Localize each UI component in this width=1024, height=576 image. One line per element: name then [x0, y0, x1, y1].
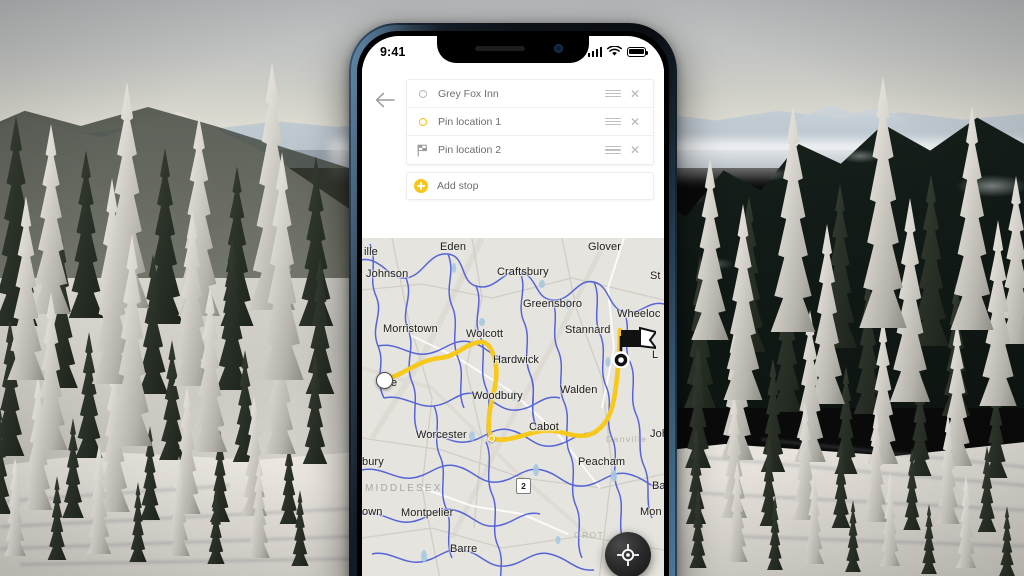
map-view[interactable]: ille Eden Glover Johnson Craftsbury St Greensb… [362, 238, 664, 576]
plus-circle-icon [414, 179, 428, 193]
status-icons [587, 46, 649, 57]
phone-screen: 9:41 Grey Fox Inn ✕ Pin location 1 ✕ Pin… [362, 36, 664, 576]
route-shield-2: 2 [516, 478, 531, 494]
cellular-signal-icon [587, 46, 602, 57]
route-stops-panel: Grey Fox Inn ✕ Pin location 1 ✕ Pin loca… [362, 67, 664, 208]
finish-flag-marker[interactable] [610, 316, 659, 373]
circle-outline-amber-icon [414, 117, 431, 126]
circle-outline-icon [414, 89, 431, 98]
back-arrow-icon[interactable] [370, 85, 400, 115]
drag-handle-icon[interactable] [605, 146, 621, 154]
close-icon[interactable]: ✕ [624, 116, 646, 128]
front-camera [554, 44, 563, 53]
drag-handle-icon[interactable] [605, 117, 621, 126]
battery-full-icon [627, 46, 649, 57]
phone-device: 9:41 Grey Fox Inn ✕ Pin location 1 ✕ Pin… [349, 23, 677, 576]
stop-row-waypoint[interactable]: Pin location 1 ✕ [407, 108, 653, 136]
close-icon[interactable]: ✕ [624, 144, 646, 156]
stops-card: Grey Fox Inn ✕ Pin location 1 ✕ Pin loca… [406, 79, 654, 165]
start-location-dot[interactable] [376, 372, 393, 389]
crosshair-icon [617, 544, 639, 566]
stop-label-waypoint: Pin location 1 [438, 115, 502, 128]
checkered-flag-icon [414, 144, 431, 157]
earpiece-speaker [475, 46, 525, 51]
recenter-button[interactable] [605, 532, 651, 576]
stop-row-destination[interactable]: Pin location 2 ✕ [407, 136, 653, 164]
close-icon[interactable]: ✕ [624, 88, 646, 100]
stops-container: Grey Fox Inn ✕ Pin location 1 ✕ Pin loca… [406, 79, 654, 200]
waypoint-dot[interactable] [488, 435, 495, 442]
stop-row-origin[interactable]: Grey Fox Inn ✕ [407, 80, 653, 108]
status-time: 9:41 [380, 44, 406, 59]
drag-handle-icon[interactable] [605, 89, 621, 98]
phone-bezel: 9:41 Grey Fox Inn ✕ Pin location 1 ✕ Pin… [357, 31, 669, 576]
stop-label-origin: Grey Fox Inn [438, 87, 499, 100]
stop-label-destination: Pin location 2 [438, 144, 502, 156]
add-stop-label: Add stop [437, 180, 479, 192]
wifi-icon [607, 46, 622, 56]
map-canvas [362, 238, 664, 576]
phone-notch [437, 36, 589, 63]
add-stop-button[interactable]: Add stop [406, 172, 654, 200]
